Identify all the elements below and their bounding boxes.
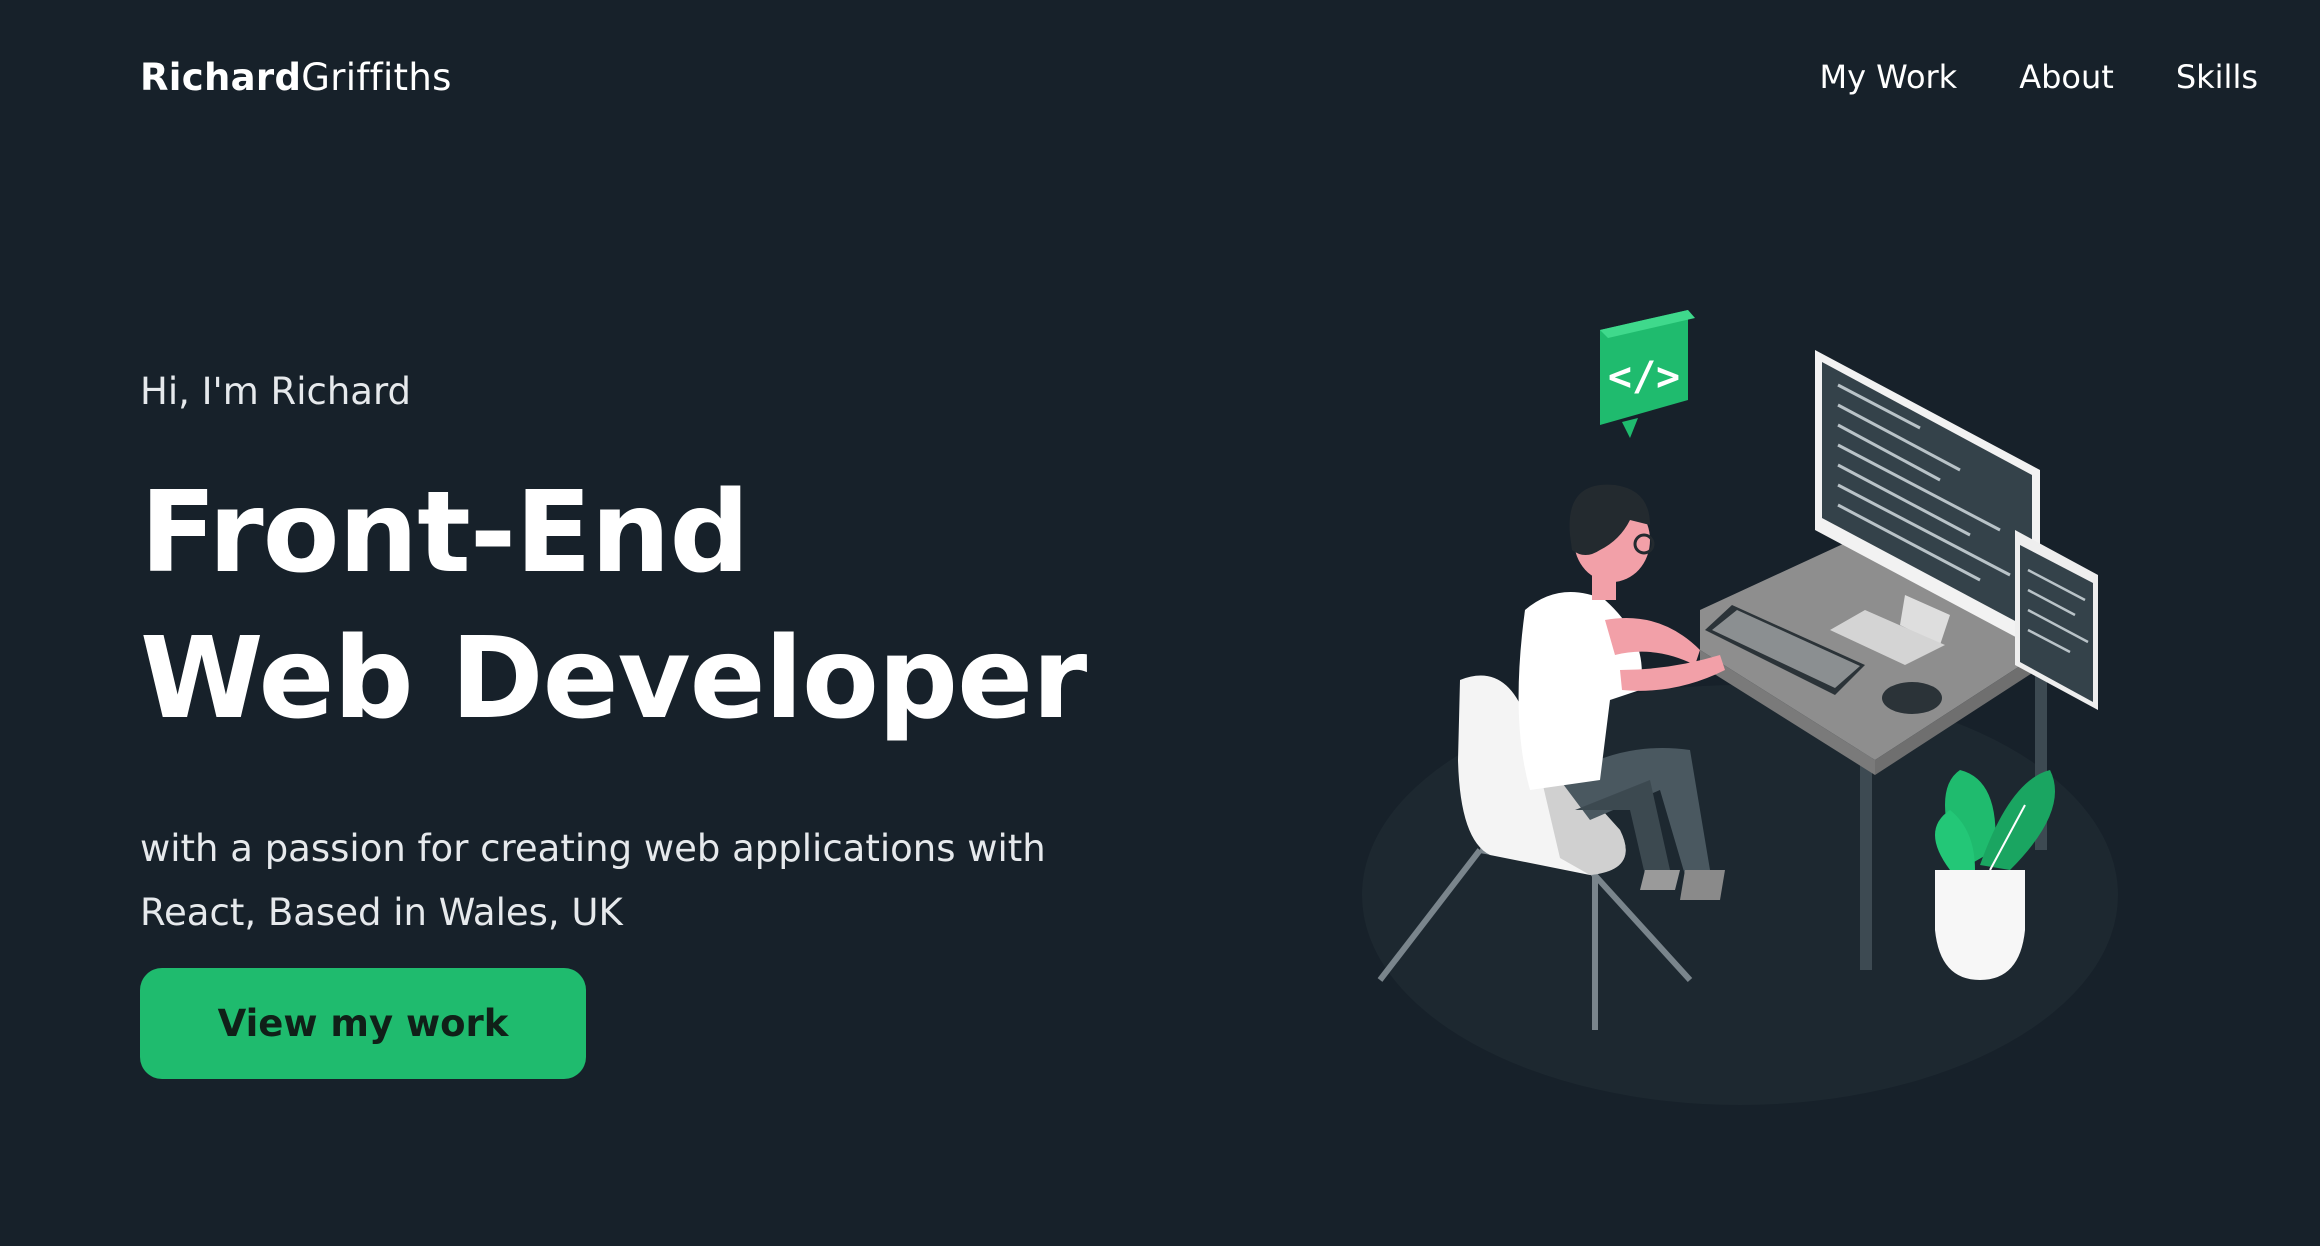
logo-first-name: Richard [140, 56, 302, 99]
code-bubble-icon: </> [1600, 310, 1695, 438]
code-bubble-text: </> [1608, 354, 1680, 400]
hero-tagline: with a passion for creating web applicat… [140, 827, 1046, 934]
headline-line-2: Web Developer [140, 614, 1087, 744]
hero-headline: Front-End Web Developer [140, 460, 1087, 752]
main-nav: My Work About Skills [1819, 58, 2258, 96]
site-logo[interactable]: RichardGriffiths [140, 56, 452, 99]
nav-link-skills[interactable]: Skills [2176, 58, 2258, 96]
logo-last-name: Griffiths [301, 56, 452, 99]
developer-at-desk-illustration: </> [1362, 310, 2118, 1105]
nav-link-my-work[interactable]: My Work [1819, 58, 1957, 96]
headline-line-1: Front-End [140, 468, 750, 598]
secondary-monitor-icon [2015, 530, 2098, 710]
nav-link-about[interactable]: About [2019, 58, 2114, 96]
view-my-work-button[interactable]: View my work [140, 968, 586, 1079]
hero-greeting: Hi, I'm Richard [140, 370, 412, 413]
